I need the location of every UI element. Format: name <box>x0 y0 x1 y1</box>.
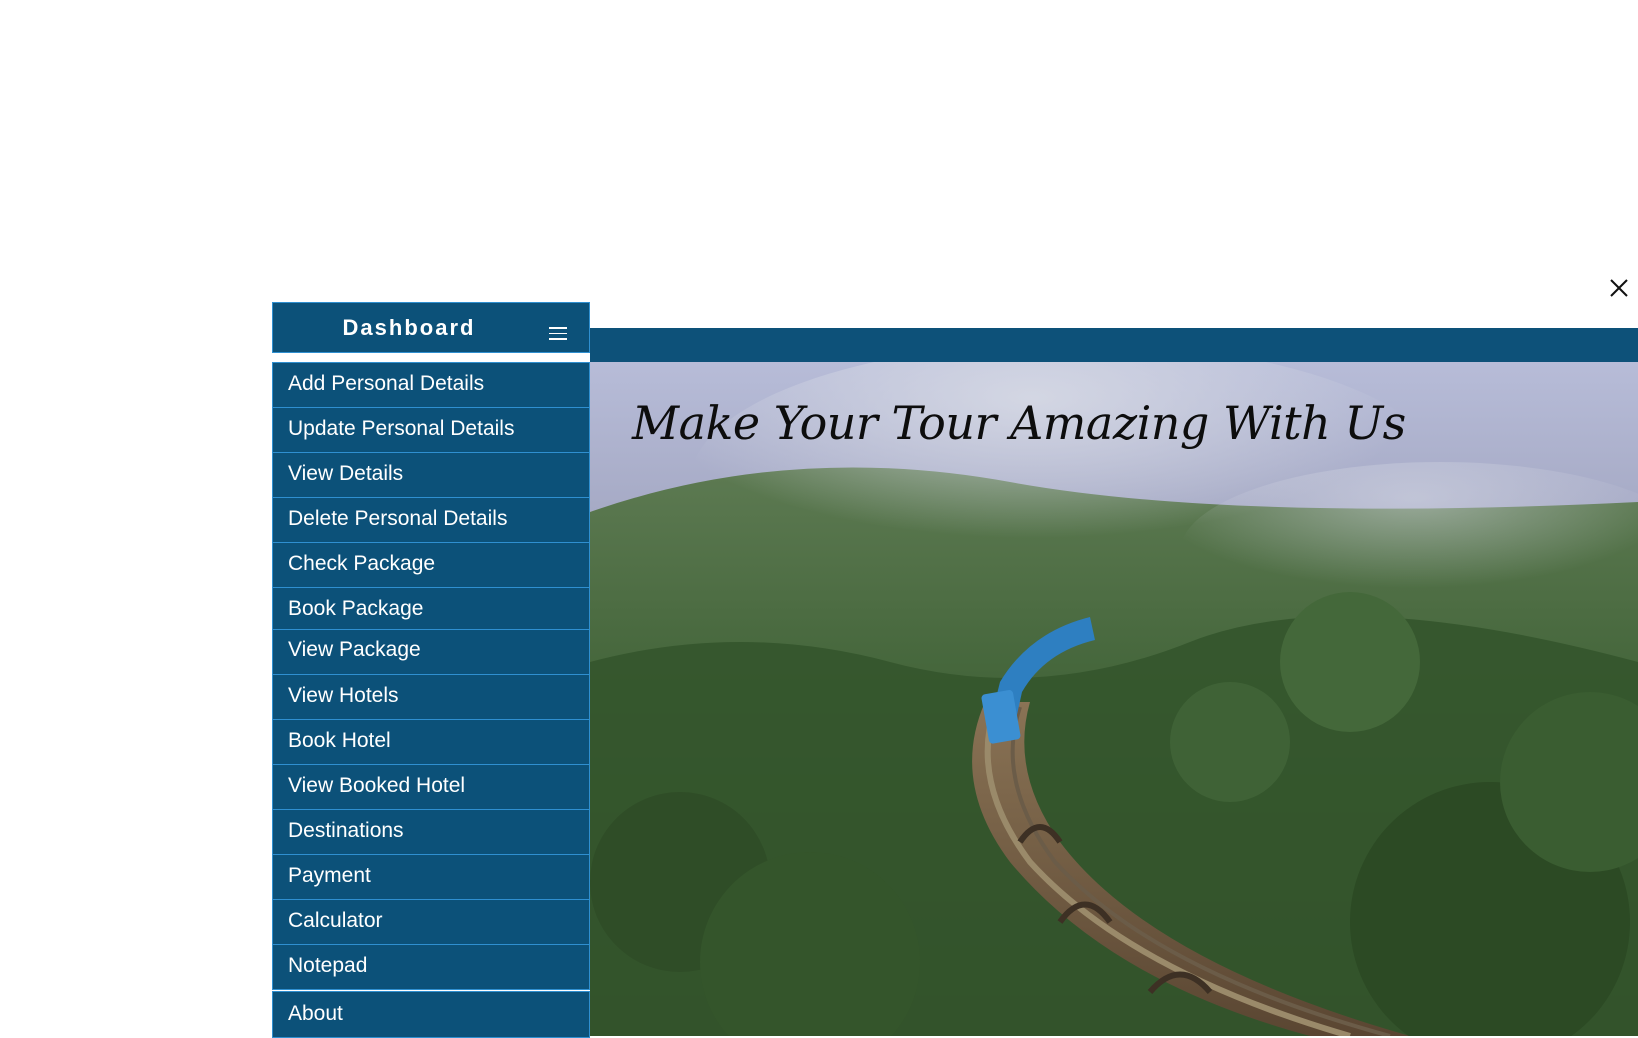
sidebar-item-view-details[interactable]: View Details <box>272 452 590 498</box>
sidebar-item-label: Delete Personal Details <box>288 507 508 530</box>
sidebar-item-label: View Booked Hotel <box>288 774 466 797</box>
sidebar-item-label: Notepad <box>288 954 368 977</box>
hero-landscape <box>590 362 1638 1036</box>
sidebar-item-label: View Hotels <box>288 684 399 707</box>
sidebar-item-label: Book Hotel <box>288 729 391 752</box>
sidebar-item-view-package[interactable]: View Package <box>272 629 590 675</box>
sidebar-item-update-personal-details[interactable]: Update Personal Details <box>272 407 590 453</box>
sidebar-item-label: View Details <box>288 462 404 485</box>
sidebar: Dashboard Add Personal Details Update Pe… <box>272 302 590 1038</box>
sidebar-item-label: View Package <box>288 638 421 661</box>
dashboard-title: Dashboard <box>342 315 476 340</box>
sidebar-item-about[interactable]: About <box>272 991 590 1038</box>
top-banner-strip <box>590 328 1638 362</box>
sidebar-item-calculator[interactable]: Calculator <box>272 899 590 945</box>
sidebar-item-notepad[interactable]: Notepad <box>272 944 590 990</box>
sidebar-item-label: Add Personal Details <box>288 372 485 395</box>
sidebar-item-label: Check Package <box>288 552 436 575</box>
sidebar-item-label: Destinations <box>288 819 404 842</box>
sidebar-item-book-package[interactable]: Book Package <box>272 587 590 633</box>
hero-title: Make Your Tour Amazing With Us <box>632 396 1406 450</box>
sidebar-item-view-hotels[interactable]: View Hotels <box>272 674 590 720</box>
sidebar-item-destinations[interactable]: Destinations <box>272 809 590 855</box>
sidebar-item-delete-personal-details[interactable]: Delete Personal Details <box>272 497 590 543</box>
sidebar-item-book-hotel[interactable]: Book Hotel <box>272 719 590 765</box>
sidebar-item-label: Book Package <box>288 597 424 620</box>
sidebar-item-label: About <box>288 1002 343 1025</box>
sidebar-item-label: Update Personal Details <box>288 417 515 440</box>
sidebar-item-check-package[interactable]: Check Package <box>272 542 590 588</box>
sidebar-item-label: Payment <box>288 864 371 887</box>
sidebar-item-add-personal-details[interactable]: Add Personal Details <box>272 362 590 408</box>
close-icon[interactable] <box>1603 272 1633 302</box>
dashboard-header: Dashboard <box>272 302 590 353</box>
sidebar-item-label: Calculator <box>288 909 383 932</box>
hamburger-menu-icon[interactable] <box>549 327 567 341</box>
hero-image: Make Your Tour Amazing With Us <box>590 362 1638 1036</box>
app-window: Dashboard Add Personal Details Update Pe… <box>0 0 1638 1038</box>
sidebar-item-payment[interactable]: Payment <box>272 854 590 900</box>
sidebar-item-view-booked-hotel[interactable]: View Booked Hotel <box>272 764 590 810</box>
